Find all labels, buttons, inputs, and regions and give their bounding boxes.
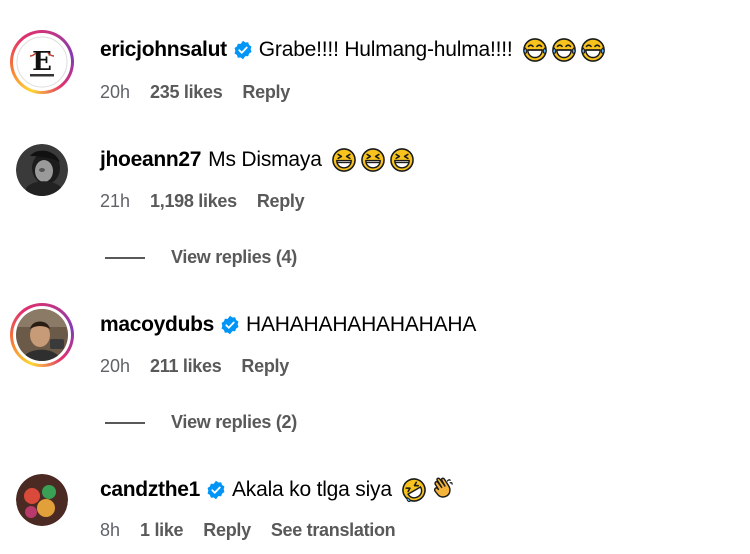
comment-text: Ms Dismaya [208,148,322,171]
comment-timestamp[interactable]: 21h [100,189,130,213]
face-with-tears-of-joy-icon [580,37,606,63]
view-replies-row[interactable]: View replies (4) [105,247,297,268]
comment-username[interactable]: macoydubs [100,311,214,339]
grinning-squinting-face-icon [331,147,357,173]
face-with-tears-of-joy-icon [522,37,548,63]
comment-username[interactable]: candzthe1 [100,476,200,504]
comment-text: Akala ko tlga siya [232,478,392,501]
avatar[interactable] [10,138,74,202]
reply-button[interactable]: Reply [241,354,289,378]
view-replies-row[interactable]: View replies (2) [105,412,297,433]
comment-timestamp[interactable]: 20h [100,354,130,378]
avatar-image: E [16,36,68,88]
rolling-on-floor-laughing-icon [401,477,427,503]
comment-likes[interactable]: 235 likes [150,80,223,104]
verified-badge-icon [233,40,253,60]
reply-button[interactable]: Reply [203,518,251,542]
reply-button[interactable]: Reply [257,189,305,213]
avatar-image [16,144,68,196]
svg-text:E: E [32,47,52,77]
comment-likes[interactable]: 211 likes [150,354,222,378]
avatar-image [16,474,68,526]
replies-divider [105,256,145,259]
grinning-squinting-face-icon [389,147,415,173]
comment-likes[interactable]: 1 like [140,518,184,542]
comment-likes[interactable]: 1,198 likes [150,189,237,213]
replies-divider [105,421,145,424]
comment-text: Grabe!!!! Hulmang-hulma!!!! [258,38,513,61]
avatar-image [16,309,68,361]
avatar[interactable] [10,303,74,367]
verified-badge-icon [220,315,240,335]
reply-button[interactable]: Reply [242,80,290,104]
comment-timestamp[interactable]: 20h [100,80,130,104]
face-with-tears-of-joy-icon [551,37,577,63]
verified-badge-icon [206,480,226,500]
grinning-squinting-face-icon [360,147,386,173]
see-translation-button[interactable]: See translation [271,518,396,542]
clapping-hands-icon [430,477,456,503]
comment-timestamp[interactable]: 8h [100,518,120,542]
comment-username[interactable]: ericjohnsalut [100,36,227,64]
comment-username[interactable]: jhoeann27 [100,146,201,174]
view-replies-button[interactable]: View replies (2) [171,412,297,433]
avatar[interactable]: E [10,30,74,94]
comment-text: HAHAHAHAHAHAHAHA [246,313,477,336]
view-replies-button[interactable]: View replies (4) [171,247,297,268]
avatar[interactable] [10,468,74,532]
